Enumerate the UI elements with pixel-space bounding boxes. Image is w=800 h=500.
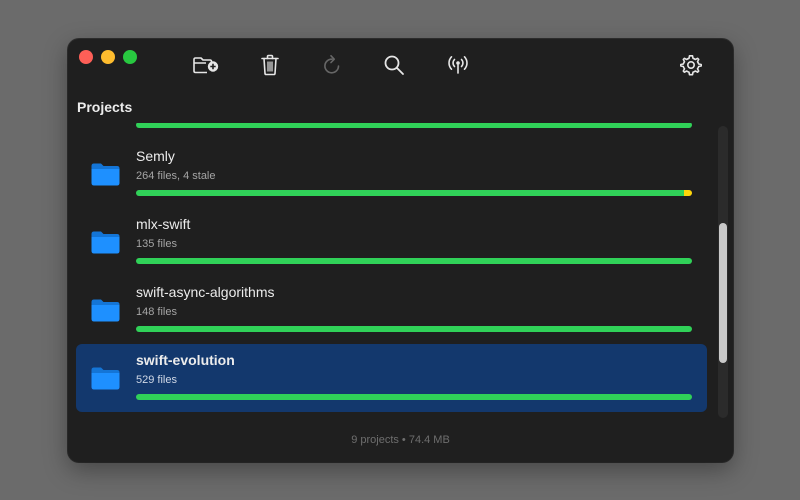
progress-ok-segment	[136, 326, 692, 332]
close-window-button[interactable]	[79, 50, 93, 64]
refresh-button[interactable]	[318, 52, 346, 78]
scrollbar-track[interactable]	[718, 126, 728, 418]
gear-icon	[680, 55, 702, 76]
project-name: Semly	[136, 148, 175, 164]
project-row[interactable]: mlx-swift 135 files	[76, 208, 707, 276]
progress-ok-segment	[136, 123, 692, 128]
progress-ok-segment	[136, 190, 684, 196]
broadcast-button[interactable]	[444, 52, 472, 78]
project-file-count: 135 files	[136, 238, 177, 250]
project-progress-bar	[136, 258, 692, 264]
search-button[interactable]	[380, 52, 408, 78]
project-file-count: 148 files	[136, 306, 177, 318]
progress-stale-segment	[683, 190, 692, 196]
delete-project-button[interactable]	[256, 52, 284, 78]
project-progress-bar	[136, 394, 692, 400]
project-progress-bar	[136, 123, 692, 128]
scrollbar-thumb[interactable]	[719, 223, 727, 363]
project-progress-bar	[136, 326, 692, 332]
status-summary: 9 projects • 74.4 MB	[351, 434, 450, 446]
project-name: swift-evolution	[136, 352, 235, 368]
window-controls	[79, 50, 137, 64]
add-project-button[interactable]	[192, 52, 220, 78]
project-file-count: 529 files	[136, 374, 177, 386]
folder-icon	[91, 163, 120, 186]
search-icon	[384, 55, 404, 75]
project-name: swift-async-algorithms	[136, 284, 275, 300]
settings-button[interactable]	[677, 52, 705, 78]
folder-plus-icon	[193, 57, 219, 74]
minimize-window-button[interactable]	[101, 50, 115, 64]
broadcast-icon	[448, 56, 468, 74]
project-row[interactable]: swift-evolution 529 files	[76, 344, 707, 412]
progress-ok-segment	[136, 394, 692, 400]
folder-icon	[91, 367, 120, 390]
trash-icon	[261, 54, 279, 76]
project-rows: 58 files Semly 264 files, 4 stale mlx-sw…	[76, 123, 707, 412]
project-row[interactable]: swift-async-algorithms 148 files	[76, 276, 707, 344]
project-row[interactable]: Semly 264 files, 4 stale	[76, 140, 707, 208]
project-progress-bar	[136, 190, 692, 196]
project-row[interactable]: 58 files	[76, 123, 707, 140]
progress-ok-segment	[136, 258, 692, 264]
project-list[interactable]: 58 files Semly 264 files, 4 stale mlx-sw…	[76, 123, 707, 422]
project-file-count: 264 files, 4 stale	[136, 170, 216, 182]
project-name: mlx-swift	[136, 216, 191, 232]
folder-icon	[91, 231, 120, 254]
folder-icon	[91, 299, 120, 322]
refresh-icon	[324, 55, 340, 74]
zoom-window-button[interactable]	[123, 50, 137, 64]
section-title: Projects	[77, 99, 133, 115]
app-window: Projects 58 files Semly 264 files, 4 sta…	[68, 39, 733, 462]
